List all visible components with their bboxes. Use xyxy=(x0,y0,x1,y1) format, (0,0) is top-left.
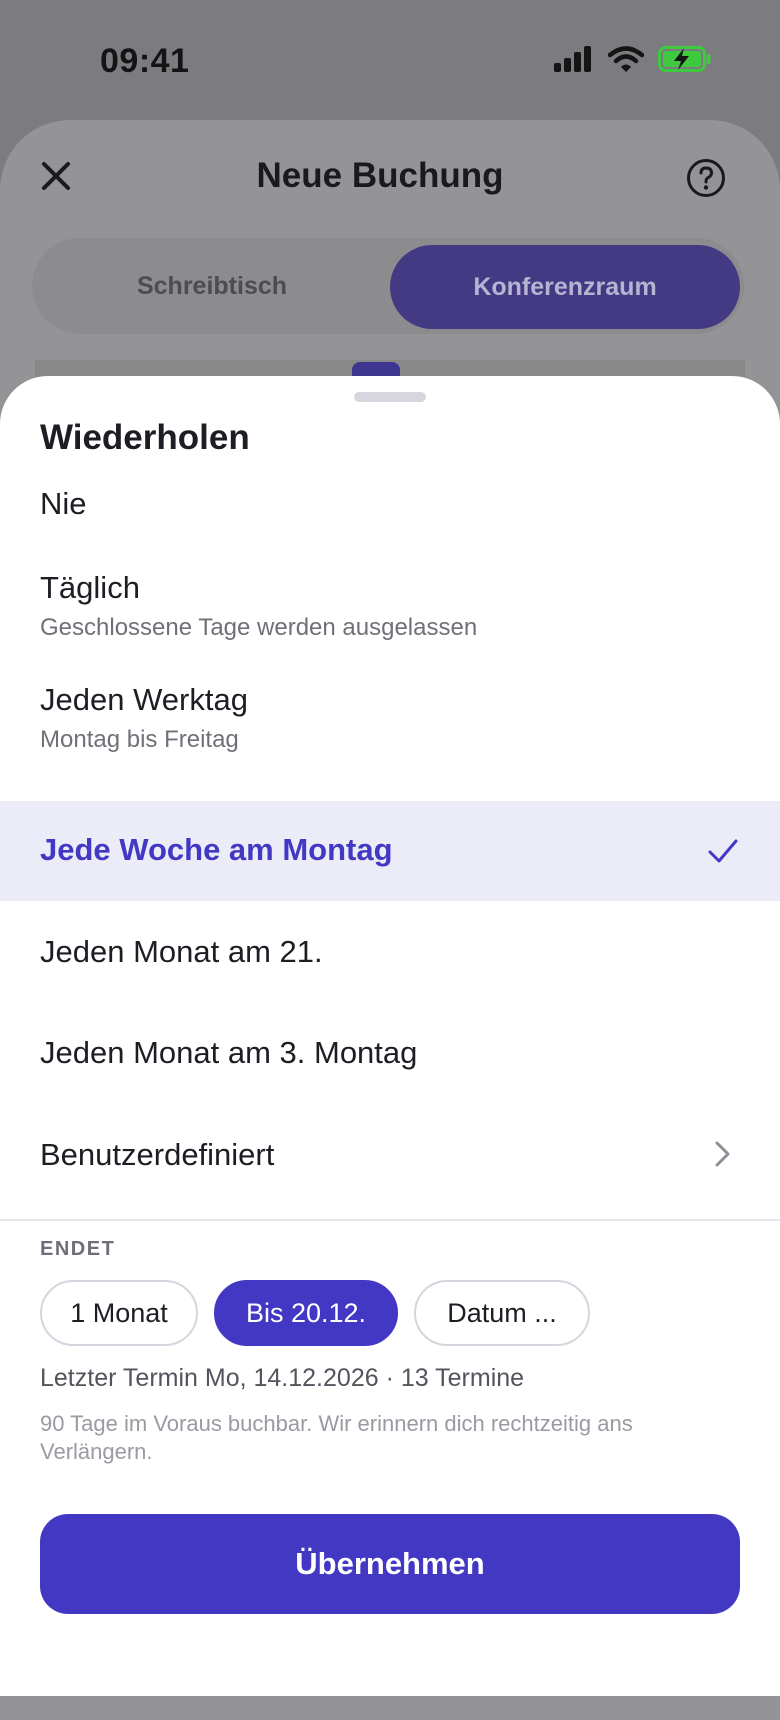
repeat-option-daily[interactable]: Täglich Geschlossene Tage werden ausgela… xyxy=(0,548,780,656)
repeat-option-monthly-21[interactable]: Jeden Monat am 21. xyxy=(0,901,780,1001)
wifi-icon xyxy=(608,46,644,72)
checkmark-icon xyxy=(708,839,738,863)
cellular-signal-icon xyxy=(554,46,591,72)
ends-section-label: ENDET xyxy=(40,1238,116,1260)
help-icon[interactable] xyxy=(686,158,726,198)
option-label: Benutzerdefiniert xyxy=(40,1137,275,1172)
status-time: 09:41 xyxy=(100,42,190,80)
repeat-bottom-sheet: Wiederholen Nie Täglich Geschlossene Tag… xyxy=(0,376,780,1696)
battery-charging-icon xyxy=(658,46,711,72)
repeat-option-monthly-3rd-monday[interactable]: Jeden Monat am 3. Montag xyxy=(0,1001,780,1101)
sheet-title: Wiederholen xyxy=(40,418,250,457)
repeat-option-weekly-monday[interactable]: Jede Woche am Montag xyxy=(0,801,780,901)
status-icons xyxy=(554,46,712,72)
repeat-option-custom[interactable]: Benutzerdefiniert xyxy=(0,1101,780,1203)
divider xyxy=(0,1219,780,1221)
option-label: Jeden Werktag xyxy=(40,682,248,717)
option-label: Jede Woche am Montag xyxy=(40,832,393,867)
page-title: Neue Buchung xyxy=(256,156,504,195)
chevron-right-icon xyxy=(715,1141,730,1167)
repeat-option-weekdays[interactable]: Jeden Werktag Montag bis Freitag xyxy=(0,656,780,760)
tab-schreibtisch[interactable]: Schreibtisch xyxy=(32,238,392,334)
option-sublabel: Geschlossene Tage werden ausgelassen xyxy=(40,614,478,641)
end-chip-1-month[interactable]: 1 Monat xyxy=(40,1280,198,1346)
booking-type-segmented-control: Schreibtisch Konferenzraum xyxy=(32,238,744,334)
status-bar: 09:41 xyxy=(0,0,780,120)
sheet-drag-handle[interactable] xyxy=(354,392,426,402)
booking-window-note: 90 Tage im Voraus buchbar. Wir erinnern … xyxy=(40,1411,633,1464)
end-chip-pick-date[interactable]: Datum ... xyxy=(414,1280,590,1346)
end-options-chips: 1 Monat Bis 20.12. Datum ... xyxy=(40,1280,590,1346)
option-sublabel: Montag bis Freitag xyxy=(40,726,239,753)
repeat-option-never[interactable]: Nie xyxy=(0,466,780,548)
last-appointment-summary: Letzter Termin Mo, 14.12.2026 · 13 Termi… xyxy=(40,1364,525,1392)
tab-konferenzraum[interactable]: Konferenzraum xyxy=(390,245,740,329)
option-label: Jeden Monat am 3. Montag xyxy=(40,1035,418,1070)
end-chip-until-date[interactable]: Bis 20.12. xyxy=(214,1280,398,1346)
option-label: Täglich xyxy=(40,570,140,605)
apply-button[interactable]: Übernehmen xyxy=(40,1514,740,1614)
option-label: Jeden Monat am 21. xyxy=(40,934,323,969)
option-label: Nie xyxy=(40,486,87,521)
